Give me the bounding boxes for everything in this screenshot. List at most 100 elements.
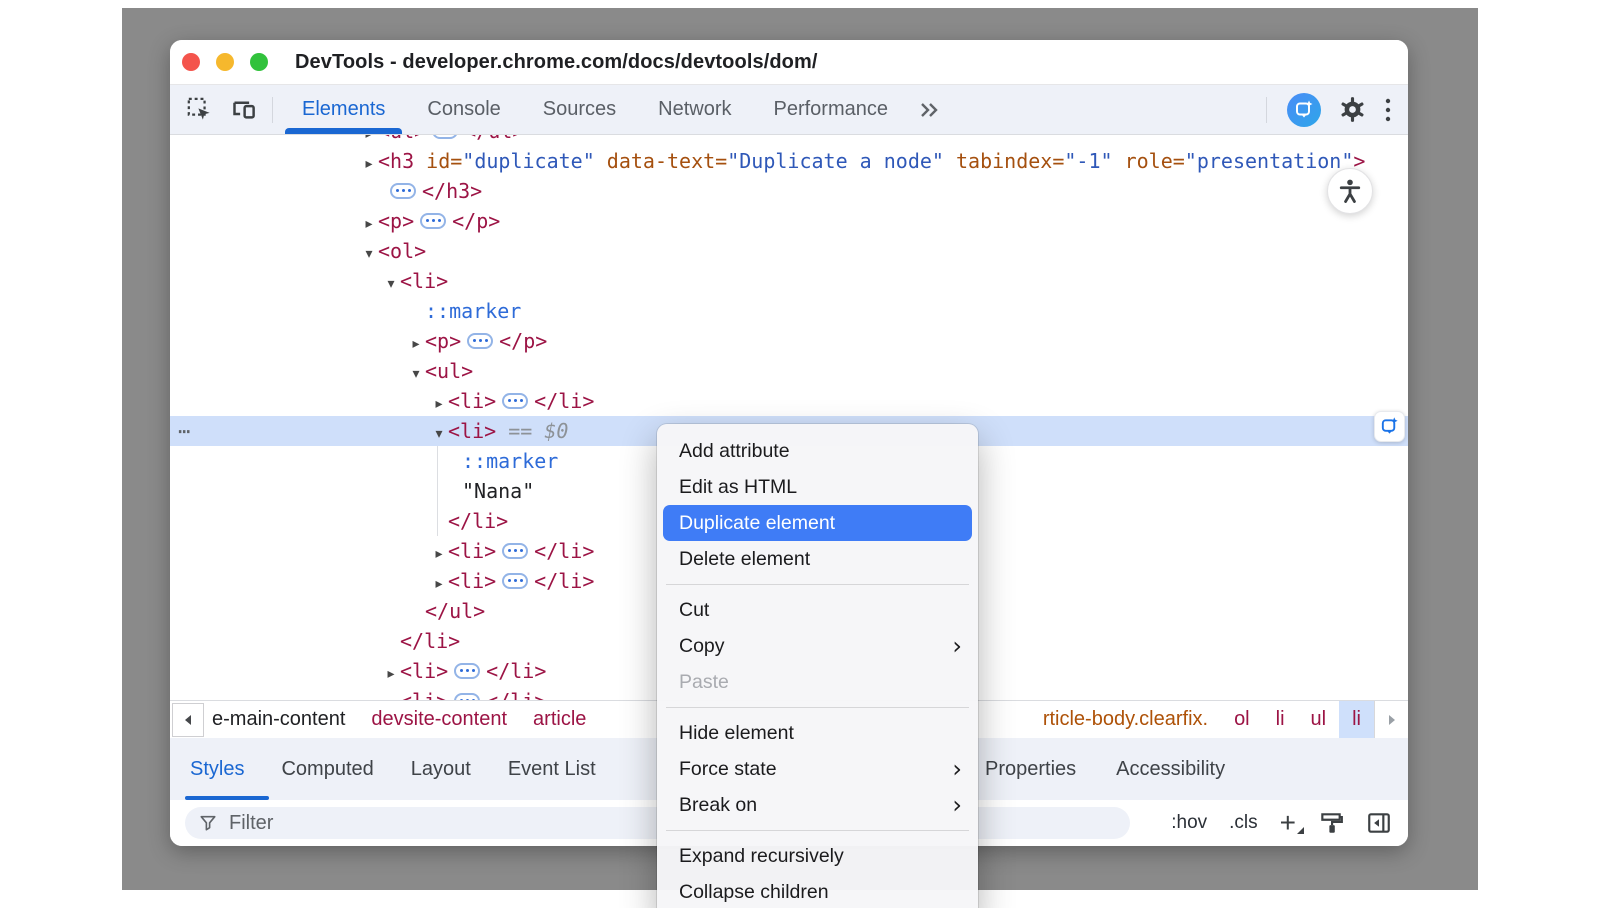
dom-token-tag: <ul> [378,135,426,143]
dom-tree-row[interactable]: ▸<p></p> [170,206,1408,236]
menu-item-label: Expand recursively [679,845,844,868]
more-tabs-icon[interactable] [915,99,941,121]
menu-item-expand-recursively[interactable]: Expand recursively [657,838,978,874]
tab-console[interactable]: Console [406,85,521,134]
dom-token-tag: </li> [486,659,546,683]
expand-ellipsis-button[interactable] [467,333,493,349]
menu-item-copy[interactable]: Copy› [657,628,978,664]
expand-arrow-icon[interactable]: ▸ [382,659,400,689]
toggle-class-button[interactable]: .cls [1229,812,1258,834]
tab-elements[interactable]: Elements [281,85,406,134]
menu-item-label: Cut [679,599,709,622]
dom-token-text: "Nana" [462,479,534,503]
dom-token-tag: </ul> [464,135,524,143]
tab-styles[interactable]: Styles [190,758,244,781]
row-overflow-dots[interactable]: ⋯ [178,416,192,446]
dom-tree-row[interactable]: ▸<ul> </ul> [170,135,1408,146]
breadcrumb-item-li[interactable]: li [1339,701,1374,738]
new-style-rule-button[interactable]: + [1280,813,1296,833]
menu-item-collapse-children[interactable]: Collapse children [657,874,978,908]
expand-arrow-icon[interactable]: ▸ [360,209,378,239]
tab-properties[interactable]: Properties [985,758,1076,781]
breadcrumb-item-article[interactable]: article [533,708,586,731]
menu-item-cut[interactable]: Cut [657,592,978,628]
breadcrumb-item-rticle-body-clearfix[interactable]: rticle-body.clearfix. [1030,701,1221,738]
dom-tree-row[interactable]: ▸<li></li> [170,386,1408,416]
expand-ellipsis-button[interactable] [502,573,528,589]
breadcrumb-item-e-main-content[interactable]: e-main-content [212,708,345,731]
toggle-panel-icon[interactable] [1366,810,1392,836]
menu-item-label: Duplicate element [679,512,835,535]
accessibility-icon[interactable] [1327,168,1373,214]
tab-sources[interactable]: Sources [522,85,637,134]
menu-item-duplicate-element[interactable]: Duplicate element [663,505,972,541]
menu-item-break-on[interactable]: Break on› [657,787,978,823]
submenu-chevron-icon: › [952,759,962,779]
menu-item-force-state[interactable]: Force state › [657,751,978,787]
dom-tree-row[interactable]: ::marker [170,296,1408,326]
collapse-arrow-icon[interactable]: ▾ [360,239,378,269]
device-toolbar-icon[interactable] [228,95,258,125]
expand-ellipsis-button[interactable] [432,135,458,139]
expand-ellipsis-button[interactable] [420,213,446,229]
tab-layout[interactable]: Layout [411,758,471,781]
dom-tree-row[interactable]: ▾<ul> [170,356,1408,386]
settings-icon[interactable] [1339,96,1366,123]
expand-arrow-icon[interactable]: ▸ [382,689,400,700]
collapse-arrow-icon[interactable]: ▾ [407,359,425,389]
more-options-icon[interactable] [1384,97,1392,123]
dom-token-tag: <h3 [378,149,414,173]
ai-assistance-icon[interactable] [1287,93,1321,127]
menu-item-label: Force state [679,758,777,781]
toolbar-divider [1266,97,1267,123]
menu-item-delete-element[interactable]: Delete element [657,541,978,577]
forward-icon[interactable] [1374,701,1408,738]
toggle-pseudo-state-button[interactable]: :hov [1171,812,1207,834]
breadcrumb-item-devsite-content[interactable]: devsite-content [371,708,507,731]
dom-token-value: "Duplicate a node" [727,149,944,173]
expand-arrow-icon[interactable]: ▸ [430,569,448,599]
breadcrumb-item-li[interactable]: li [1263,701,1298,738]
expand-ellipsis-button[interactable] [454,663,480,679]
expand-arrow-icon[interactable]: ▸ [360,149,378,179]
expand-ellipsis-button[interactable] [390,183,416,199]
active-tab-underline [285,128,402,134]
dom-tree-row[interactable]: ▾<ol> [170,236,1408,266]
expand-ellipsis-button[interactable] [454,693,480,701]
collapse-arrow-icon[interactable]: ▾ [430,419,448,449]
expand-ellipsis-button[interactable] [502,393,528,409]
dom-token-tag: <p> [378,209,414,233]
expand-arrow-icon[interactable]: ▸ [407,329,425,359]
expand-arrow-icon[interactable]: ▸ [430,539,448,569]
minimize-button[interactable] [216,53,234,71]
tab-accessibility[interactable]: Accessibility [1116,758,1225,781]
dom-tree-row[interactable]: ▸<h3 id="duplicate" data-text="Duplicate… [170,146,1408,176]
back-icon[interactable] [172,703,204,737]
dom-token-value: "-1" [1064,149,1112,173]
dom-tree-row[interactable]: ▸<p></p> [170,326,1408,356]
close-button[interactable] [182,53,200,71]
tab-computed[interactable]: Computed [281,758,373,781]
menu-item-add-attribute[interactable]: Add attribute [657,433,978,469]
style-brush-icon[interactable] [1318,810,1344,836]
menu-item-hide-element[interactable]: Hide element [657,715,978,751]
dom-token-tag: <ol> [378,239,426,263]
breadcrumb-item-ul[interactable]: ul [1298,701,1340,738]
dom-tree-row[interactable]: </h3> [170,176,1408,206]
tab-performance[interactable]: Performance [753,85,910,134]
breadcrumb-item-ol[interactable]: ol [1221,701,1263,738]
expand-arrow-icon[interactable]: ▸ [430,389,448,419]
dom-tree-row[interactable]: ▾<li> [170,266,1408,296]
menu-item-edit-as-html[interactable]: Edit as HTML [657,469,978,505]
submenu-chevron-icon: › [952,636,962,656]
expand-arrow-icon[interactable]: ▸ [360,135,378,146]
ai-assistance-row-button[interactable] [1374,411,1405,442]
inspect-icon[interactable] [184,95,214,125]
dom-token-tag: <li> [448,569,496,593]
tab-network[interactable]: Network [637,85,752,134]
zoom-button[interactable] [250,53,268,71]
submenu-chevron-icon: › [952,795,962,815]
tab-event-list[interactable]: Event List [508,758,596,781]
expand-ellipsis-button[interactable] [502,543,528,559]
collapse-arrow-icon[interactable]: ▾ [382,269,400,299]
